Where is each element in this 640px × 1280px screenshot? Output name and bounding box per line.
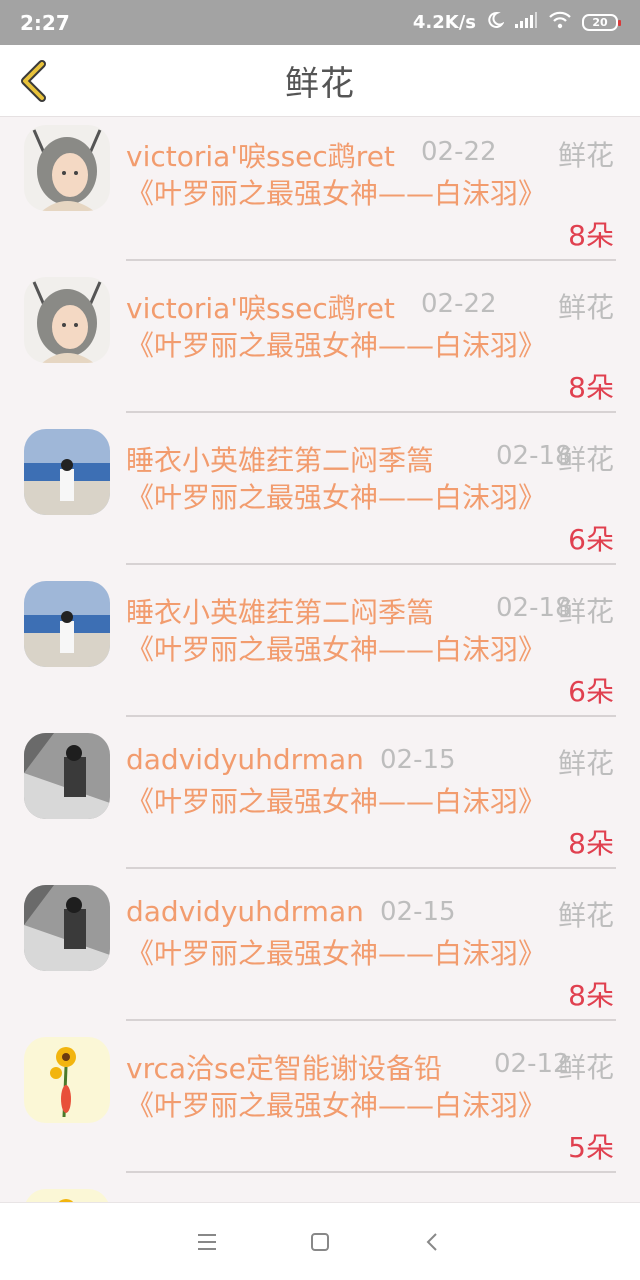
system-navigation-bar <box>0 1202 640 1280</box>
home-square-icon <box>310 1232 329 1251</box>
avatar[interactable] <box>24 125 110 211</box>
page-title: 鲜花 <box>285 64 355 104</box>
gift-type: 鲜花 <box>557 747 614 780</box>
avatar[interactable] <box>24 1037 110 1123</box>
home-button[interactable] <box>300 1222 340 1262</box>
gift-type: 鲜花 <box>557 443 614 476</box>
list-item[interactable]: victoria'唳ssec鹉ret 02-22 鲜花 《叶罗丽之最强女神——白… <box>0 117 640 269</box>
system-back-button[interactable] <box>413 1222 453 1262</box>
avatar[interactable] <box>24 581 110 667</box>
list-item[interactable]: 睡衣小英雄荭第二闷季篙 02-18 鲜花 《叶罗丽之最强女神——白沫羽》 6朵 <box>0 421 640 573</box>
battery-level: 20 <box>592 16 608 29</box>
wifi-icon <box>548 11 572 34</box>
sender-name: vrca洽se定智能谢设备铅 <box>126 1052 442 1085</box>
book-title: 《叶罗丽之最强女神——白沫羽》 <box>126 785 547 818</box>
menu-icon <box>197 1233 216 1250</box>
book-title: 《叶罗丽之最强女神——白沫羽》 <box>126 937 547 970</box>
list-item[interactable] <box>0 1181 640 1202</box>
row-divider <box>126 1171 616 1173</box>
moon-icon <box>486 11 505 34</box>
book-title: 《叶罗丽之最强女神——白沫羽》 <box>126 1089 547 1122</box>
book-title: 《叶罗丽之最强女神——白沫羽》 <box>126 177 547 210</box>
flower-record-list: victoria'唳ssec鹉ret 02-22 鲜花 《叶罗丽之最强女神——白… <box>0 117 640 1202</box>
record-date: 02-22 <box>421 289 497 319</box>
avatar[interactable] <box>24 277 110 363</box>
row-divider <box>126 563 616 565</box>
list-item[interactable]: dadvidyuhdrman 02-15 鲜花 《叶罗丽之最强女神——白沫羽》 … <box>0 725 640 877</box>
flower-count: 6朵 <box>568 523 614 556</box>
signal-icon <box>514 11 538 34</box>
battery-icon: 20 <box>582 14 621 31</box>
sender-name: dadvidyuhdrman <box>126 743 364 776</box>
list-item[interactable]: dadvidyuhdrman 02-15 鲜花 《叶罗丽之最强女神——白沫羽》 … <box>0 877 640 1029</box>
sender-name: victoria'唳ssec鹉ret <box>126 140 395 173</box>
status-bar: 2:27 4.2K/s 20 <box>0 0 640 45</box>
chevron-left-icon <box>21 60 46 102</box>
flower-count: 8朵 <box>568 827 614 860</box>
avatar[interactable] <box>24 429 110 515</box>
gift-type: 鲜花 <box>557 595 614 628</box>
record-date: 02-15 <box>380 745 456 775</box>
avatar[interactable] <box>24 885 110 971</box>
gift-type: 鲜花 <box>557 899 614 932</box>
flower-count: 8朵 <box>568 979 614 1012</box>
list-item[interactable]: victoria'唳ssec鹉ret 02-22 鲜花 《叶罗丽之最强女神——白… <box>0 269 640 421</box>
sender-name: victoria'唳ssec鹉ret <box>126 292 395 325</box>
record-date: 02-22 <box>421 137 497 167</box>
flower-count: 6朵 <box>568 675 614 708</box>
row-divider <box>126 715 616 717</box>
sender-name: 睡衣小英雄荭第二闷季篙 <box>126 444 435 477</box>
sender-name: 睡衣小英雄荭第二闷季篙 <box>126 596 435 629</box>
gift-type: 鲜花 <box>557 139 614 172</box>
status-time: 2:27 <box>20 10 70 35</box>
flower-count: 5朵 <box>568 1131 614 1164</box>
book-title: 《叶罗丽之最强女神——白沫羽》 <box>126 633 547 666</box>
avatar[interactable] <box>24 1189 110 1202</box>
record-date: 02-15 <box>380 897 456 927</box>
row-divider <box>126 867 616 869</box>
status-indicators: 4.2K/s 20 <box>412 11 621 34</box>
back-button[interactable] <box>12 57 56 105</box>
row-divider <box>126 259 616 261</box>
network-speed: 4.2K/s <box>412 12 476 33</box>
row-divider <box>126 1019 616 1021</box>
menu-button[interactable] <box>187 1222 227 1262</box>
list-item[interactable]: vrca洽se定智能谢设备铅 02-12 鲜花 《叶罗丽之最强女神——白沫羽》 … <box>0 1029 640 1181</box>
avatar[interactable] <box>24 733 110 819</box>
gift-type: 鲜花 <box>557 291 614 324</box>
row-divider <box>126 411 616 413</box>
flower-count: 8朵 <box>568 371 614 404</box>
navigation-bar: 鲜花 <box>0 45 640 117</box>
back-chevron-icon <box>426 1232 438 1251</box>
sender-name: dadvidyuhdrman <box>126 895 364 928</box>
list-item[interactable]: 睡衣小英雄荭第二闷季篙 02-18 鲜花 《叶罗丽之最强女神——白沫羽》 6朵 <box>0 573 640 725</box>
gift-type: 鲜花 <box>557 1051 614 1084</box>
flower-count: 8朵 <box>568 219 614 252</box>
book-title: 《叶罗丽之最强女神——白沫羽》 <box>126 329 547 362</box>
book-title: 《叶罗丽之最强女神——白沫羽》 <box>126 481 547 514</box>
